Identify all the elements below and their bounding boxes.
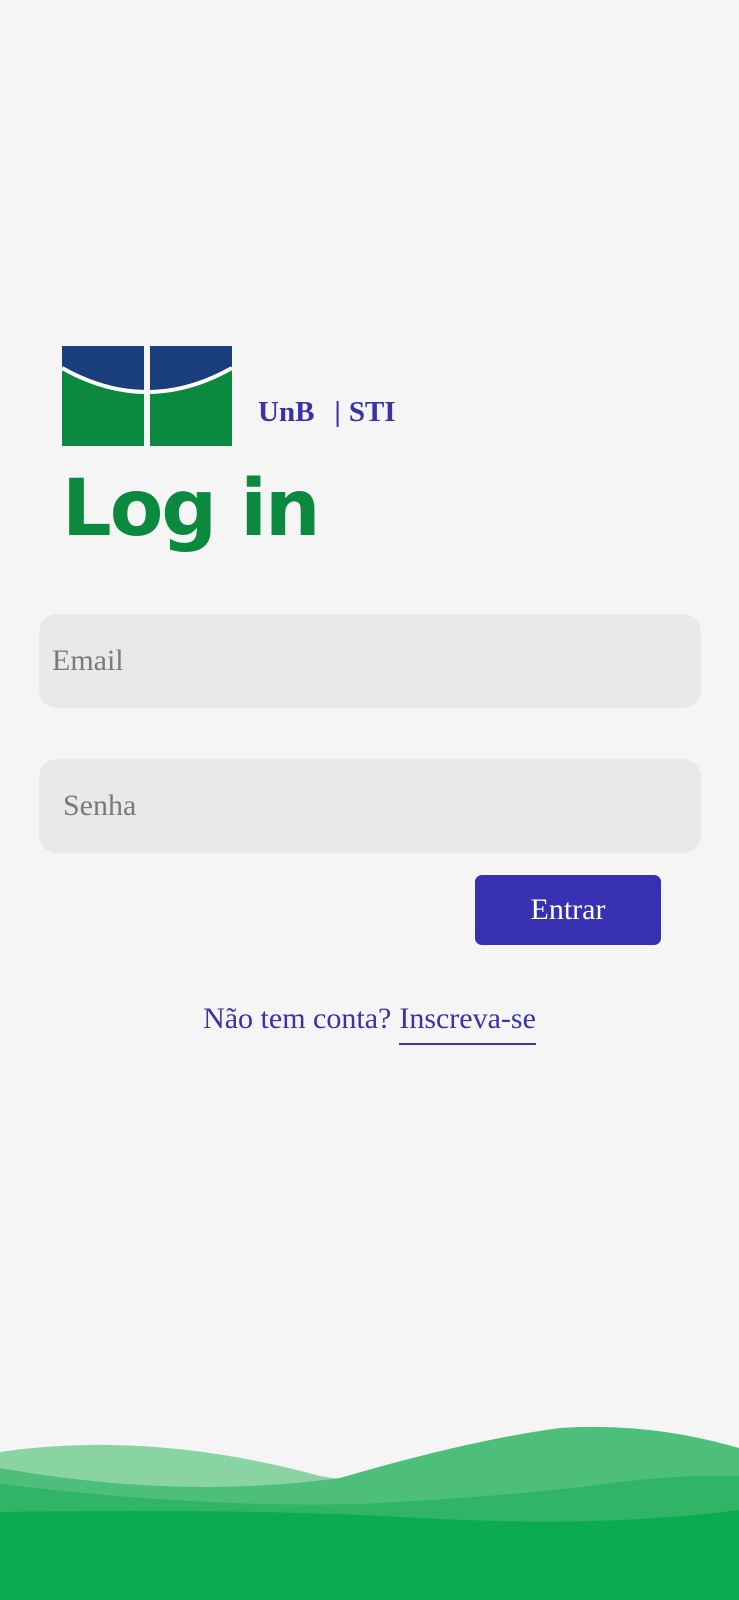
brand-separator: | xyxy=(334,396,341,428)
email-field[interactable] xyxy=(39,614,701,708)
login-button[interactable]: Entrar xyxy=(475,875,661,945)
unb-logo xyxy=(62,346,232,446)
footer-waves xyxy=(0,1426,739,1600)
brand-label: UnB | STI xyxy=(258,396,396,429)
signup-link[interactable]: Inscreva-se xyxy=(399,1002,536,1045)
brand-unb: UnB xyxy=(258,396,315,428)
page-title: Log in xyxy=(62,464,321,554)
signup-prompt-text: Não tem conta? xyxy=(203,1002,392,1035)
signup-prompt-row: Não tem conta? Inscreva-se xyxy=(0,1002,739,1045)
password-field[interactable] xyxy=(39,759,701,853)
brand-sti: STI xyxy=(348,396,396,428)
